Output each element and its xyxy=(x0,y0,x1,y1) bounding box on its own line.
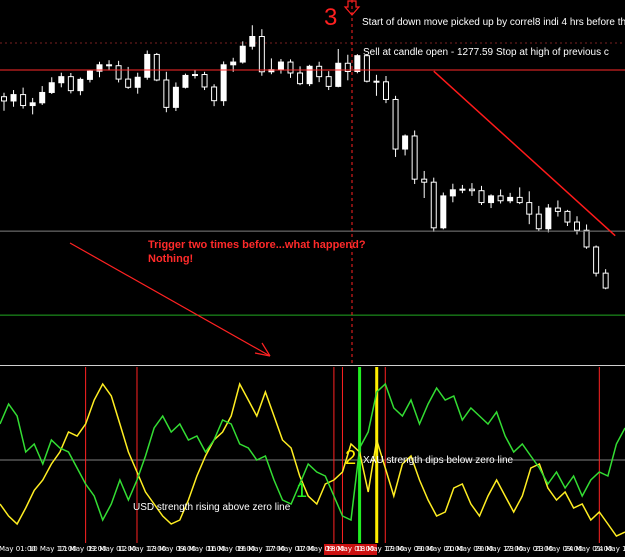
candle-body xyxy=(402,135,409,150)
candle-body xyxy=(354,55,361,72)
candle-body xyxy=(306,65,313,85)
candle-body xyxy=(77,78,84,92)
candle-body xyxy=(363,55,370,82)
trend-line xyxy=(433,70,616,237)
candle-body xyxy=(468,188,475,192)
candle-body xyxy=(182,74,189,88)
candle-body xyxy=(574,221,580,231)
candle-body xyxy=(67,76,74,92)
candle-body xyxy=(144,53,151,78)
candle-body xyxy=(430,181,437,229)
candle-body xyxy=(58,76,65,84)
candle-body xyxy=(48,82,55,93)
candle-body xyxy=(325,76,332,87)
candle-body xyxy=(440,195,447,229)
candle-body xyxy=(373,80,380,83)
annotation-stop-note: Stop at high of previous c xyxy=(496,47,609,58)
candle-body xyxy=(29,102,36,107)
candle-body xyxy=(497,195,504,202)
candle-body xyxy=(593,246,600,274)
candle-body xyxy=(86,70,93,80)
candle-body xyxy=(507,196,514,202)
candle-body xyxy=(115,65,122,80)
candle-body xyxy=(449,189,456,197)
candle-body xyxy=(516,196,523,204)
annotation-sell-note: Sell at candle open - 1277.59 xyxy=(363,47,494,58)
candle-body xyxy=(564,210,571,223)
candle-body xyxy=(421,178,428,183)
candle-body xyxy=(201,74,208,88)
candle-body xyxy=(258,36,265,73)
candle-body xyxy=(545,207,552,230)
candle-body xyxy=(297,72,304,85)
candle-body xyxy=(535,213,542,230)
candle-body xyxy=(211,86,218,102)
annotation-trigger-question: Trigger two times before...what happend? xyxy=(148,239,366,251)
candle-body xyxy=(249,36,256,47)
candle-body xyxy=(230,61,237,66)
candle-body xyxy=(277,61,284,71)
candle-body xyxy=(583,229,590,248)
candle-body xyxy=(316,65,323,78)
candle-body xyxy=(335,62,342,87)
annotation-usd-note: USD strength rising above zero line xyxy=(133,502,291,513)
candle-body xyxy=(1,96,7,102)
candle-body xyxy=(411,135,418,180)
indicator-panel xyxy=(0,365,625,543)
candle-body xyxy=(39,91,46,104)
annotation-xau-note: XAU strength dips below zero line xyxy=(363,455,514,466)
time-axis: May 01:00 10 May 17:00 11 May 09:00 12 May … xyxy=(0,543,625,557)
forex-chart[interactable] xyxy=(0,0,625,557)
candle-body xyxy=(192,74,198,77)
candle-body xyxy=(20,94,27,107)
candle-body xyxy=(163,79,170,108)
annotation-top-note: Start of down move picked up by correl8 … xyxy=(362,17,625,28)
annotation-number-1: 1 xyxy=(296,480,308,502)
candle-body xyxy=(125,78,132,88)
candle-body xyxy=(239,45,246,63)
candle-body xyxy=(478,190,485,204)
candle-body xyxy=(488,195,495,204)
candle-body xyxy=(106,64,113,67)
candle-body xyxy=(383,81,389,100)
candle-body xyxy=(287,61,294,74)
candle-body xyxy=(392,98,399,150)
candle-body xyxy=(526,202,533,215)
candle-body xyxy=(10,94,17,102)
candle-body xyxy=(554,207,561,212)
annotation-number-3: 3 xyxy=(324,4,338,31)
candle-body xyxy=(153,53,160,81)
candle-body xyxy=(172,86,179,108)
candle-body xyxy=(602,272,609,289)
candle-body xyxy=(459,188,466,191)
annotation-trigger-answer: Nothing! xyxy=(148,253,194,265)
annotation-number-2: 2 xyxy=(345,447,357,469)
time-axis-tick: 24 May 17:00 xyxy=(594,545,625,553)
candle-body xyxy=(134,76,141,88)
